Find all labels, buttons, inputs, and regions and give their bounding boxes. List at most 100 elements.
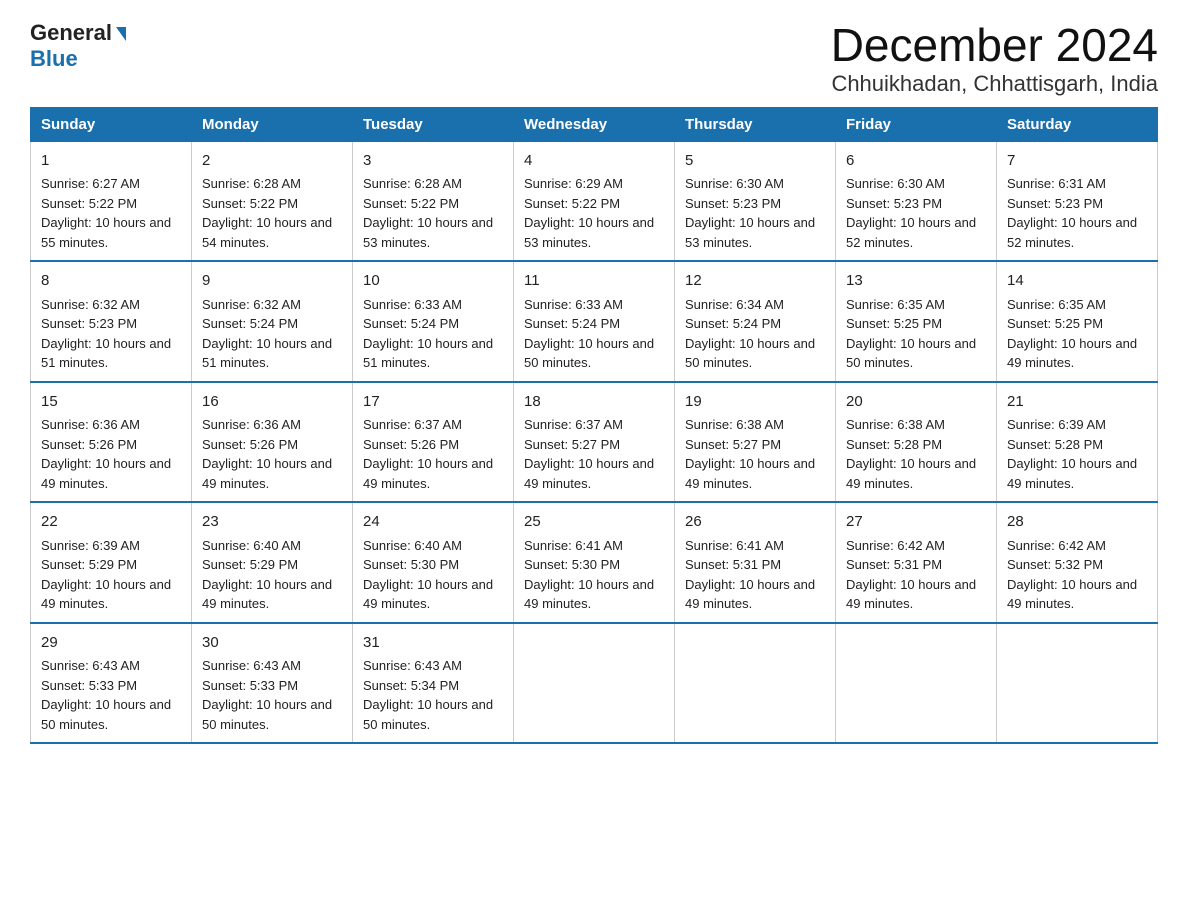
day-number: 11 xyxy=(524,270,664,293)
day-cell xyxy=(675,623,836,744)
day-number: 18 xyxy=(524,391,664,414)
week-row-2: 8Sunrise: 6:32 AMSunset: 5:23 PMDaylight… xyxy=(31,261,1158,382)
day-info: Sunrise: 6:42 AMSunset: 5:32 PMDaylight:… xyxy=(1007,538,1137,612)
day-number: 27 xyxy=(846,511,986,534)
day-number: 25 xyxy=(524,511,664,534)
calendar-table: SundayMondayTuesdayWednesdayThursdayFrid… xyxy=(30,107,1158,745)
day-cell: 17 Sunrise: 6:37 AMSunset: 5:26 PMDayligh… xyxy=(353,382,514,503)
day-header-sunday: Sunday xyxy=(31,107,192,141)
day-info: Sunrise: 6:35 AMSunset: 5:25 PMDaylight:… xyxy=(1007,297,1137,371)
logo-text: General xyxy=(30,20,126,46)
day-info: Sunrise: 6:39 AMSunset: 5:28 PMDaylight:… xyxy=(1007,417,1137,491)
day-info: Sunrise: 6:28 AMSunset: 5:22 PMDaylight:… xyxy=(363,176,493,250)
day-number: 26 xyxy=(685,511,825,534)
day-header-monday: Monday xyxy=(192,107,353,141)
day-info: Sunrise: 6:35 AMSunset: 5:25 PMDaylight:… xyxy=(846,297,976,371)
page-header: General Blue December 2024 Chhuikhadan, … xyxy=(30,20,1158,97)
calendar-title: December 2024 xyxy=(831,20,1158,71)
day-header-saturday: Saturday xyxy=(997,107,1158,141)
day-info: Sunrise: 6:41 AMSunset: 5:31 PMDaylight:… xyxy=(685,538,815,612)
day-number: 9 xyxy=(202,270,342,293)
day-info: Sunrise: 6:27 AMSunset: 5:22 PMDaylight:… xyxy=(41,176,171,250)
day-cell xyxy=(514,623,675,744)
week-row-4: 22 Sunrise: 6:39 AMSunset: 5:29 PMDayligh… xyxy=(31,502,1158,623)
day-info: Sunrise: 6:36 AMSunset: 5:26 PMDaylight:… xyxy=(202,417,332,491)
day-number: 22 xyxy=(41,511,181,534)
day-number: 4 xyxy=(524,150,664,173)
day-number: 17 xyxy=(363,391,503,414)
day-number: 14 xyxy=(1007,270,1147,293)
week-row-3: 15 Sunrise: 6:36 AMSunset: 5:26 PMDayligh… xyxy=(31,382,1158,503)
logo-blue: Blue xyxy=(30,46,78,72)
day-cell: 31Sunrise: 6:43 AMSunset: 5:34 PMDayligh… xyxy=(353,623,514,744)
day-info: Sunrise: 6:32 AMSunset: 5:24 PMDaylight:… xyxy=(202,297,332,371)
day-number: 30 xyxy=(202,632,342,655)
day-number: 21 xyxy=(1007,391,1147,414)
day-cell: 5Sunrise: 6:30 AMSunset: 5:23 PMDaylight… xyxy=(675,141,836,261)
day-header-friday: Friday xyxy=(836,107,997,141)
day-cell: 15 Sunrise: 6:36 AMSunset: 5:26 PMDayligh… xyxy=(31,382,192,503)
day-info: Sunrise: 6:37 AMSunset: 5:27 PMDaylight:… xyxy=(524,417,654,491)
week-row-5: 29 Sunrise: 6:43 AMSunset: 5:33 PMDayligh… xyxy=(31,623,1158,744)
day-cell: 28 Sunrise: 6:42 AMSunset: 5:32 PMDayligh… xyxy=(997,502,1158,623)
day-cell: 27Sunrise: 6:42 AMSunset: 5:31 PMDayligh… xyxy=(836,502,997,623)
calendar-subtitle: Chhuikhadan, Chhattisgarh, India xyxy=(831,71,1158,97)
day-info: Sunrise: 6:37 AMSunset: 5:26 PMDaylight:… xyxy=(363,417,493,491)
day-number: 23 xyxy=(202,511,342,534)
day-cell: 21 Sunrise: 6:39 AMSunset: 5:28 PMDayligh… xyxy=(997,382,1158,503)
day-cell: 8Sunrise: 6:32 AMSunset: 5:23 PMDaylight… xyxy=(31,261,192,382)
day-number: 28 xyxy=(1007,511,1147,534)
day-info: Sunrise: 6:43 AMSunset: 5:34 PMDaylight:… xyxy=(363,658,493,732)
day-header-wednesday: Wednesday xyxy=(514,107,675,141)
day-info: Sunrise: 6:31 AMSunset: 5:23 PMDaylight:… xyxy=(1007,176,1137,250)
day-number: 10 xyxy=(363,270,503,293)
header-row: SundayMondayTuesdayWednesdayThursdayFrid… xyxy=(31,107,1158,141)
day-cell: 25 Sunrise: 6:41 AMSunset: 5:30 PMDayligh… xyxy=(514,502,675,623)
day-header-thursday: Thursday xyxy=(675,107,836,141)
day-cell: 7Sunrise: 6:31 AMSunset: 5:23 PMDaylight… xyxy=(997,141,1158,261)
day-cell: 12 Sunrise: 6:34 AMSunset: 5:24 PMDayligh… xyxy=(675,261,836,382)
day-info: Sunrise: 6:28 AMSunset: 5:22 PMDaylight:… xyxy=(202,176,332,250)
day-number: 24 xyxy=(363,511,503,534)
day-cell: 3 Sunrise: 6:28 AMSunset: 5:22 PMDaylight… xyxy=(353,141,514,261)
day-cell: 16 Sunrise: 6:36 AMSunset: 5:26 PMDayligh… xyxy=(192,382,353,503)
day-cell xyxy=(836,623,997,744)
day-number: 29 xyxy=(41,632,181,655)
day-number: 1 xyxy=(41,150,181,173)
day-cell: 30 Sunrise: 6:43 AMSunset: 5:33 PMDayligh… xyxy=(192,623,353,744)
day-cell: 23 Sunrise: 6:40 AMSunset: 5:29 PMDayligh… xyxy=(192,502,353,623)
day-cell: 10 Sunrise: 6:33 AMSunset: 5:24 PMDayligh… xyxy=(353,261,514,382)
day-info: Sunrise: 6:36 AMSunset: 5:26 PMDaylight:… xyxy=(41,417,171,491)
day-number: 6 xyxy=(846,150,986,173)
day-number: 12 xyxy=(685,270,825,293)
day-info: Sunrise: 6:43 AMSunset: 5:33 PMDaylight:… xyxy=(41,658,171,732)
day-info: Sunrise: 6:43 AMSunset: 5:33 PMDaylight:… xyxy=(202,658,332,732)
day-cell: 4Sunrise: 6:29 AMSunset: 5:22 PMDaylight… xyxy=(514,141,675,261)
day-cell: 26 Sunrise: 6:41 AMSunset: 5:31 PMDayligh… xyxy=(675,502,836,623)
day-info: Sunrise: 6:38 AMSunset: 5:28 PMDaylight:… xyxy=(846,417,976,491)
day-info: Sunrise: 6:40 AMSunset: 5:30 PMDaylight:… xyxy=(363,538,493,612)
day-cell: 20Sunrise: 6:38 AMSunset: 5:28 PMDayligh… xyxy=(836,382,997,503)
day-number: 16 xyxy=(202,391,342,414)
day-number: 19 xyxy=(685,391,825,414)
day-cell: 11 Sunrise: 6:33 AMSunset: 5:24 PMDayligh… xyxy=(514,261,675,382)
day-info: Sunrise: 6:30 AMSunset: 5:23 PMDaylight:… xyxy=(846,176,976,250)
day-info: Sunrise: 6:39 AMSunset: 5:29 PMDaylight:… xyxy=(41,538,171,612)
day-number: 15 xyxy=(41,391,181,414)
day-info: Sunrise: 6:34 AMSunset: 5:24 PMDaylight:… xyxy=(685,297,815,371)
day-number: 3 xyxy=(363,150,503,173)
day-cell: 13Sunrise: 6:35 AMSunset: 5:25 PMDayligh… xyxy=(836,261,997,382)
day-info: Sunrise: 6:40 AMSunset: 5:29 PMDaylight:… xyxy=(202,538,332,612)
title-area: December 2024 Chhuikhadan, Chhattisgarh,… xyxy=(831,20,1158,97)
day-info: Sunrise: 6:33 AMSunset: 5:24 PMDaylight:… xyxy=(363,297,493,371)
day-cell xyxy=(997,623,1158,744)
day-info: Sunrise: 6:38 AMSunset: 5:27 PMDaylight:… xyxy=(685,417,815,491)
day-info: Sunrise: 6:33 AMSunset: 5:24 PMDaylight:… xyxy=(524,297,654,371)
day-cell: 18 Sunrise: 6:37 AMSunset: 5:27 PMDayligh… xyxy=(514,382,675,503)
day-cell: 9 Sunrise: 6:32 AMSunset: 5:24 PMDaylight… xyxy=(192,261,353,382)
day-info: Sunrise: 6:41 AMSunset: 5:30 PMDaylight:… xyxy=(524,538,654,612)
day-info: Sunrise: 6:30 AMSunset: 5:23 PMDaylight:… xyxy=(685,176,815,250)
day-info: Sunrise: 6:32 AMSunset: 5:23 PMDaylight:… xyxy=(41,297,171,371)
day-number: 2 xyxy=(202,150,342,173)
week-row-1: 1 Sunrise: 6:27 AMSunset: 5:22 PMDaylight… xyxy=(31,141,1158,261)
